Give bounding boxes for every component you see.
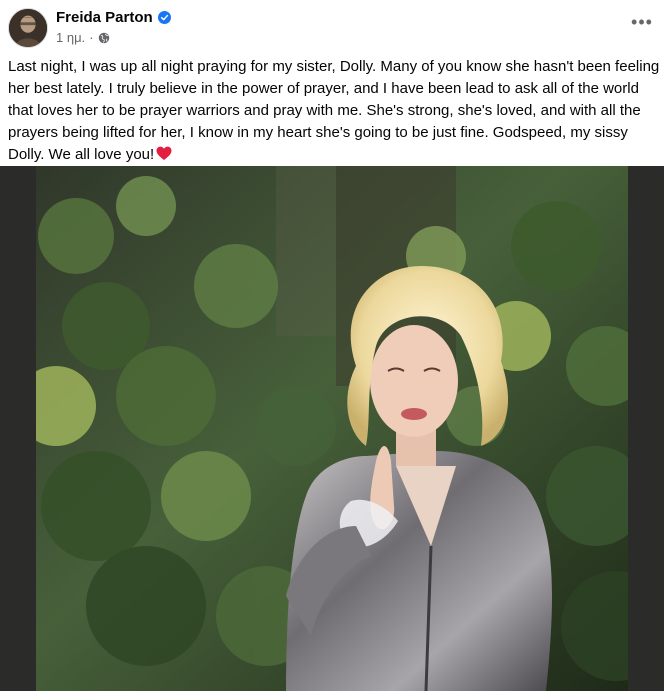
- facebook-post: Freida Parton 1 ημ. · ••• Last night, I …: [0, 0, 664, 691]
- more-options-icon: •••: [631, 12, 653, 32]
- woman-praying-in-garden-photo: [36, 166, 628, 691]
- avatar-image: [9, 9, 47, 47]
- meta-separator: ·: [89, 30, 94, 45]
- post-options-button[interactable]: •••: [630, 10, 654, 34]
- author-name[interactable]: Freida Parton: [56, 9, 153, 26]
- post-timestamp[interactable]: 1 ημ.: [56, 30, 85, 45]
- author-line: Freida Parton: [56, 9, 171, 26]
- post-message-text: Last night, I was up all night praying f…: [8, 58, 660, 163]
- post-photo[interactable]: [0, 166, 664, 691]
- red-heart-icon: [156, 146, 172, 161]
- post-meta: 1 ημ. ·: [56, 30, 110, 45]
- post-message: Last night, I was up all night praying f…: [8, 56, 660, 166]
- post-header: Freida Parton 1 ημ. · •••: [0, 0, 664, 54]
- author-avatar[interactable]: [8, 8, 48, 48]
- globe-icon[interactable]: [98, 32, 110, 44]
- verified-badge-icon: [157, 11, 171, 24]
- photo-illustration: [36, 166, 628, 691]
